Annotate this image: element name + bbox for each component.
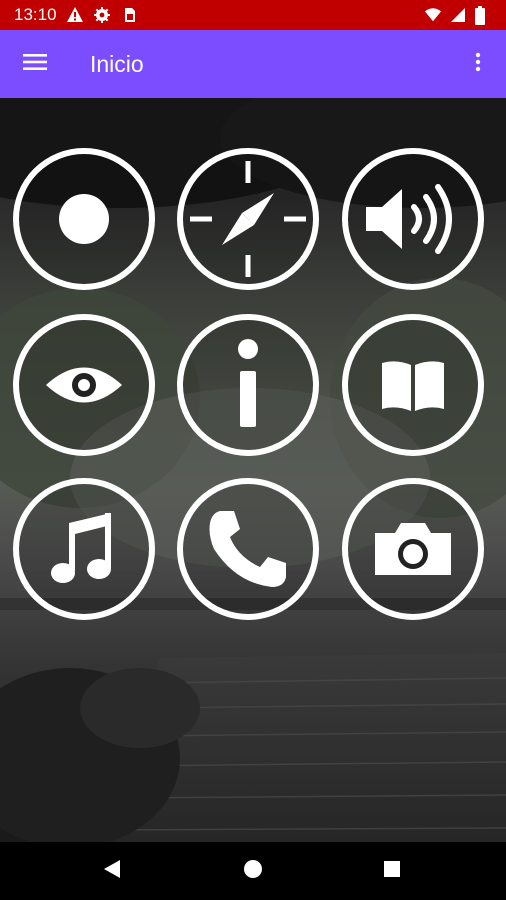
home-button[interactable]	[223, 842, 283, 900]
wifi-icon	[424, 6, 442, 24]
volume-icon	[358, 179, 468, 259]
home-icon	[243, 859, 263, 884]
tile-record[interactable]	[13, 148, 155, 290]
compass-icon	[184, 155, 312, 283]
tile-book[interactable]	[342, 314, 484, 456]
menu-icon	[23, 53, 47, 76]
camera-icon	[371, 519, 455, 579]
page-title: Inicio	[90, 50, 144, 77]
tile-camera[interactable]	[342, 478, 484, 620]
app-bar: Inicio	[0, 30, 506, 98]
overflow-menu-button[interactable]	[450, 30, 506, 98]
system-nav-bar	[0, 842, 506, 900]
battery-icon	[474, 6, 492, 25]
status-bar: 13:10	[0, 0, 506, 30]
music-note-icon	[49, 509, 119, 589]
eye-icon	[44, 362, 124, 408]
sim-card-icon	[120, 6, 138, 24]
tile-compass[interactable]	[177, 148, 319, 290]
signal-icon	[449, 6, 467, 24]
back-button[interactable]	[82, 842, 142, 900]
status-time: 13:10	[14, 5, 57, 24]
menu-button[interactable]	[0, 30, 70, 98]
tile-eye[interactable]	[13, 314, 155, 456]
tile-music[interactable]	[13, 478, 155, 620]
recents-icon	[383, 860, 401, 883]
record-icon	[54, 189, 114, 249]
info-icon	[228, 337, 268, 433]
more-vert-icon	[475, 52, 481, 77]
back-icon	[102, 858, 122, 885]
recents-button[interactable]	[362, 842, 422, 900]
tile-info[interactable]	[177, 314, 319, 456]
icon-grid	[0, 98, 506, 842]
warning-icon	[66, 6, 84, 24]
book-icon	[378, 357, 448, 413]
settings-icon	[93, 6, 111, 24]
content-area	[0, 98, 506, 842]
tile-volume[interactable]	[342, 148, 484, 290]
tile-phone[interactable]	[177, 478, 319, 620]
phone-icon	[206, 507, 290, 591]
